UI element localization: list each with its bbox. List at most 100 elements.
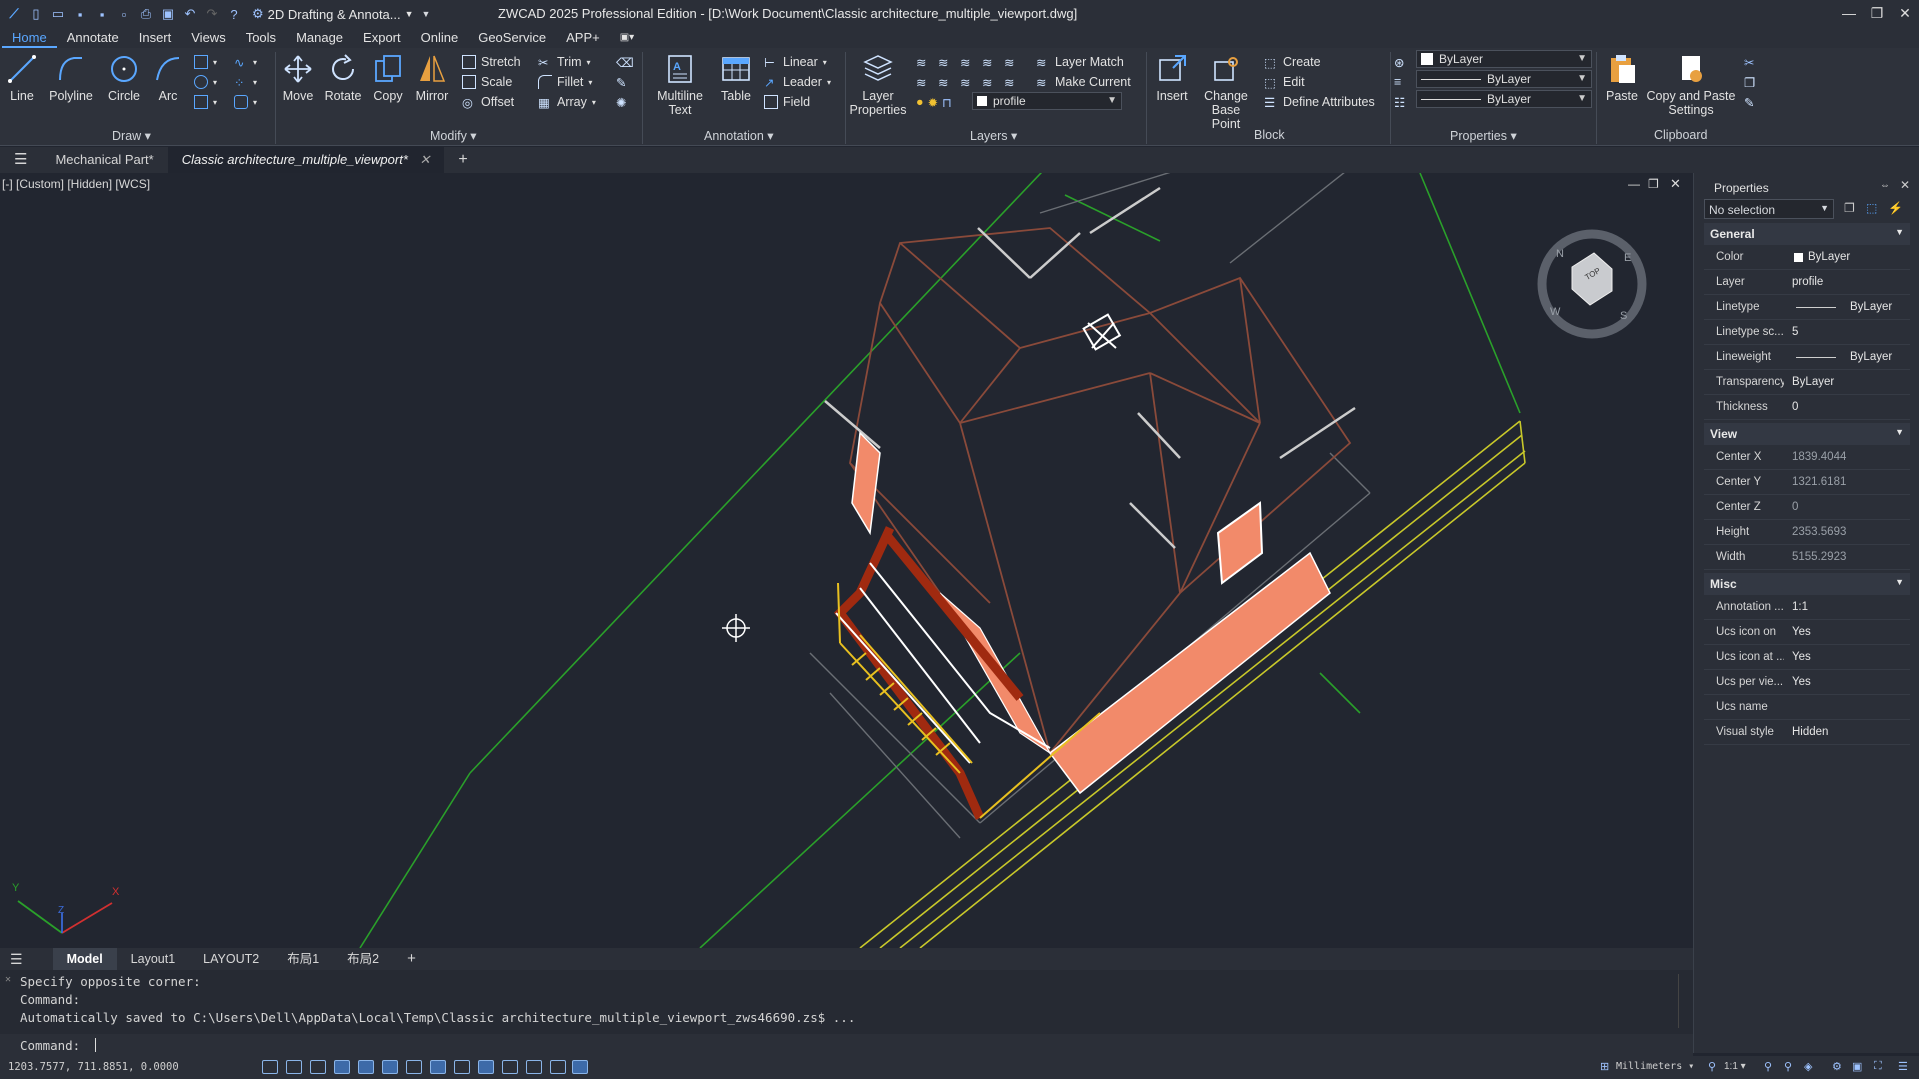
tab-export[interactable]: Export [353, 28, 411, 48]
auto-scale-icon[interactable]: ⚲ [1784, 1060, 1792, 1073]
layer-properties-button[interactable]: Layer Properties [848, 52, 908, 117]
color-select[interactable]: ByLayer ▼ [1416, 50, 1592, 68]
tab-home[interactable]: Home [2, 28, 57, 48]
edit-block-button[interactable]: ⬚ Edit [1264, 72, 1305, 92]
multiline-text-button[interactable]: A Multiline Text [652, 52, 708, 117]
tab-app-plus[interactable]: APP+ [556, 28, 610, 48]
drawing-canvas[interactable]: Y X Z [0, 173, 1693, 948]
toggle-pickadd-icon[interactable]: ❐ [1844, 201, 1855, 215]
lineweight-display-icon[interactable] [454, 1060, 470, 1074]
copy-paste-settings-button[interactable]: Copy and Paste Settings [1646, 52, 1736, 117]
dynamic-ucs-icon[interactable] [406, 1060, 422, 1074]
selection-select[interactable]: No selection ▼ [1704, 199, 1834, 219]
layer-isolate-icon[interactable]: ≋ [916, 55, 930, 70]
fillet-button[interactable]: Fillet ▾ [538, 72, 592, 92]
stretch-button[interactable]: Stretch [462, 52, 521, 72]
close-palette-icon[interactable]: ✕ [1900, 178, 1910, 192]
prop-row-transparency[interactable]: Transparency ByLayer [1704, 370, 1910, 395]
select-objects-icon[interactable]: ⬚ [1866, 201, 1877, 215]
annotation-scale-select[interactable]: 1:1 ▾ [1724, 1061, 1746, 1072]
create-block-button[interactable]: ⬚ Create [1264, 52, 1321, 72]
clean-screen-icon[interactable]: ⛶ [1874, 1060, 1882, 1073]
prop-row-center-z[interactable]: Center Z 0 [1704, 495, 1910, 520]
pin-icon[interactable]: ⇔ [1880, 180, 1890, 191]
isolate-objects-icon[interactable]: ◈ [1804, 1060, 1812, 1073]
ribbon-minimize-toggle[interactable]: ▣▾ [610, 28, 644, 48]
prop-row-height[interactable]: Height 2353.5693 [1704, 520, 1910, 545]
layer-off-icon[interactable]: ≋ [960, 55, 974, 70]
new-file-icon[interactable]: ▯ [28, 6, 44, 22]
paste-button[interactable]: Paste [1600, 52, 1644, 103]
quick-select-icon[interactable]: ⚡ [1888, 201, 1903, 215]
coordinate-readout[interactable]: 1203.7577, 711.8851, 0.0000 [8, 1061, 179, 1073]
erase-tool[interactable]: ⌫ [616, 52, 634, 72]
layout-menu-icon[interactable]: ☰ [0, 948, 33, 970]
hatch-tool[interactable]: ▾ [194, 92, 217, 112]
trim-button[interactable]: ✂ Trim ▾ [538, 52, 591, 72]
close-window-button[interactable]: ✕ [1892, 2, 1918, 24]
polyline-button[interactable]: Polyline [46, 52, 96, 103]
prop-row-ucs-icon-at-origin[interactable]: Ucs icon at ... Yes [1704, 645, 1910, 670]
match-properties-icon[interactable]: ⊛ [1394, 52, 1408, 72]
prop-row-thickness[interactable]: Thickness 0 [1704, 395, 1910, 420]
plot-preview-icon[interactable]: ▣ [160, 6, 176, 22]
prop-row-layer[interactable]: Layer profile [1704, 270, 1910, 295]
redo-icon[interactable]: ↷ [204, 6, 220, 22]
prop-row-annotation-scale[interactable]: Annotation ... 1:1 [1704, 595, 1910, 620]
quick-properties-icon[interactable] [502, 1060, 518, 1074]
prop-row-lineweight[interactable]: Lineweight ByLayer [1704, 345, 1910, 370]
table-button[interactable]: Table [716, 52, 756, 103]
command-input-row[interactable]: Command: [0, 1034, 1693, 1056]
workspace-gear-icon[interactable]: ⚙ [1832, 1060, 1842, 1073]
draw-panel-label[interactable]: Draw ▾ [112, 128, 151, 143]
object-snap-icon[interactable] [358, 1060, 374, 1074]
tab-geoservice[interactable]: GeoService [468, 28, 556, 48]
explode-tool[interactable]: ✺ [616, 92, 630, 112]
save-as-icon[interactable]: ▪ [94, 6, 110, 22]
snap-grid-icon[interactable] [286, 1060, 302, 1074]
tab-online[interactable]: Online [411, 28, 469, 48]
tab-manage[interactable]: Manage [286, 28, 353, 48]
line-button[interactable]: Line [4, 52, 40, 103]
drawing-viewport[interactable]: [-] [Custom] [Hidden] [WCS] — ❐ ✕ Y X Z … [0, 173, 1693, 948]
tab-model[interactable]: Model [52, 948, 117, 970]
layer-match-button[interactable]: ≋ Layer Match [1036, 52, 1124, 72]
prop-row-center-y[interactable]: Center Y 1321.6181 [1704, 470, 1910, 495]
maximize-button[interactable]: ❐ [1864, 2, 1890, 24]
unlock-icon[interactable]: ⊓ [942, 95, 952, 110]
arc-button[interactable]: Arc [150, 52, 186, 103]
tab-tools[interactable]: Tools [236, 28, 286, 48]
workspace-select[interactable]: ⚙ 2D Drafting & Annota... ▼ [252, 6, 414, 22]
prop-row-visual-style[interactable]: Visual style Hidden [1704, 720, 1910, 745]
layer-delete-icon[interactable]: ≋ [982, 75, 996, 90]
lineweight-select[interactable]: ByLayer ▼ [1416, 90, 1592, 108]
view-section-header[interactable]: View ▼ [1704, 423, 1910, 445]
tab-views[interactable]: Views [181, 28, 235, 48]
move-button[interactable]: Move [278, 52, 318, 103]
prop-row-ucs-per-viewport[interactable]: Ucs per vie... Yes [1704, 670, 1910, 695]
rectangle-tool[interactable]: ▾ [194, 52, 217, 72]
minimize-button[interactable]: — [1836, 2, 1862, 24]
rotate-button[interactable]: Rotate [320, 52, 366, 103]
mirror-button[interactable]: Mirror [410, 52, 454, 103]
hamburger-menu-icon[interactable]: ☰ [0, 147, 41, 173]
selection-cycling-icon[interactable] [526, 1060, 542, 1074]
define-attributes-button[interactable]: ☰ Define Attributes [1264, 92, 1375, 112]
tab-layout2[interactable]: LAYOUT2 [189, 948, 273, 970]
units-toggle-icon[interactable] [572, 1060, 588, 1074]
tab-layout1[interactable]: Layout1 [117, 948, 189, 970]
cut-button[interactable]: ✂ [1744, 52, 1758, 72]
layer-unlock-icon[interactable]: ≋ [1004, 75, 1018, 90]
match-props-tool[interactable]: ✎ [616, 72, 630, 92]
open-file-icon[interactable]: ▭ [50, 6, 66, 22]
properties-panel-label[interactable]: Properties ▾ [1450, 128, 1517, 143]
save-icon[interactable]: ▪ [72, 6, 88, 22]
tab-layout-cn-1[interactable]: 布局1 [273, 948, 333, 970]
prop-row-center-x[interactable]: Center X 1839.4044 [1704, 445, 1910, 470]
layer-select[interactable]: profile ▼ [972, 92, 1122, 110]
status-customize-icon[interactable]: ☰ [1898, 1060, 1908, 1073]
dynamic-input-icon[interactable] [430, 1060, 446, 1074]
layer-unisolate-icon[interactable]: ≋ [938, 55, 952, 70]
layer-walk-icon[interactable]: ≋ [938, 75, 952, 90]
ortho-icon[interactable] [310, 1060, 326, 1074]
